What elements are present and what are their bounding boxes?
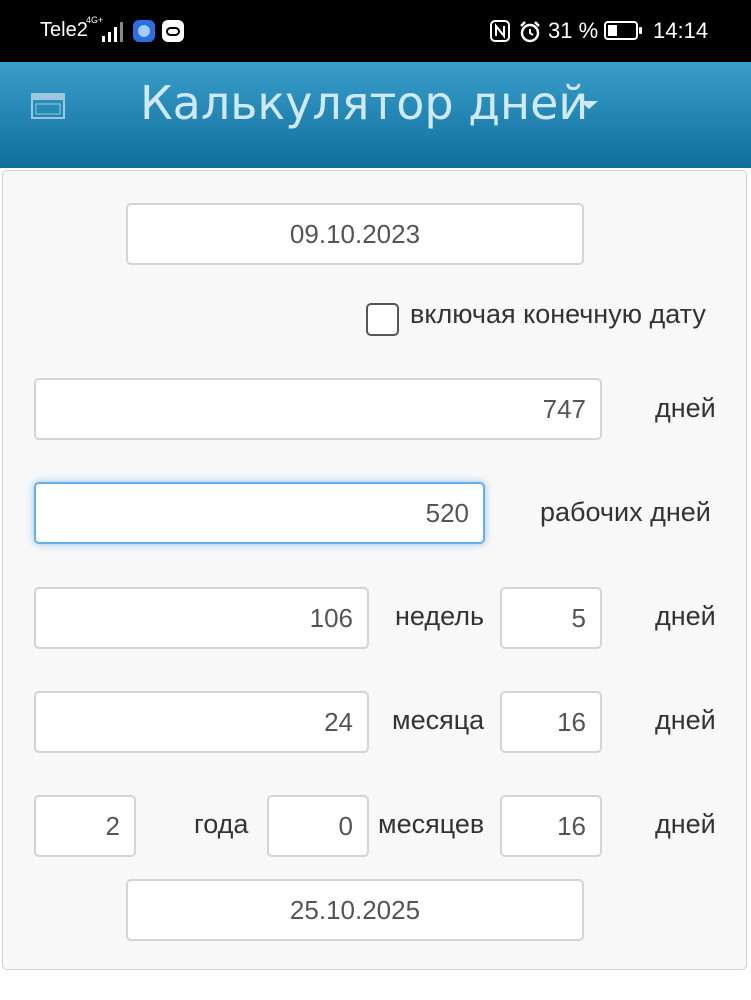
caret-down-icon[interactable] [580,101,598,109]
nfc-icon [490,20,510,42]
clock: 14:14 [653,18,709,43]
working-days-unit-label: рабочих дней [540,497,711,527]
weeks-days-input[interactable]: 5 [500,587,602,649]
months-unit-label: месяца [392,705,485,735]
calendar-menu-icon[interactable] [31,93,65,119]
months-days-unit-label: дней [655,705,716,735]
include-end-date-checkbox[interactable] [366,303,399,336]
years-months-unit-label: месяцев [378,809,485,839]
working-days-input[interactable]: 520 [34,482,485,544]
years-months-input[interactable]: 0 [267,795,369,857]
carrier-name: Tele2 [40,19,88,41]
alarm-icon [520,21,540,43]
start-date-input[interactable]: 09.10.2023 [126,203,584,265]
signal-icon [102,22,123,42]
app-notification-icon [133,20,155,42]
app-header: Калькулятор дней [0,62,751,168]
months-input[interactable]: 24 [34,691,369,753]
years-days-input[interactable]: 16 [500,795,602,857]
months-days-input[interactable]: 16 [500,691,602,753]
app-notification-icon [162,20,184,42]
include-end-date-label: включая конечную дату [410,299,706,329]
years-days-unit-label: дней [655,809,716,839]
years-input[interactable]: 2 [34,795,136,857]
status-bar: Tele2 4G+ 31 % 14:14 [0,0,751,62]
weeks-input[interactable]: 106 [34,587,369,649]
weeks-days-unit-label: дней [655,601,716,631]
weeks-unit-label: недель [395,601,485,631]
page-title[interactable]: Калькулятор дней [140,76,588,130]
days-unit-label: дней [655,393,716,423]
days-input[interactable]: 747 [34,378,602,440]
battery-percent: 31 % [548,18,599,43]
battery-icon [604,21,642,40]
years-unit-label: года [194,809,249,839]
end-date-input[interactable]: 25.10.2025 [126,879,584,941]
calculator-card: 09.10.2023 включая конечную дату 747 дне… [2,170,747,970]
